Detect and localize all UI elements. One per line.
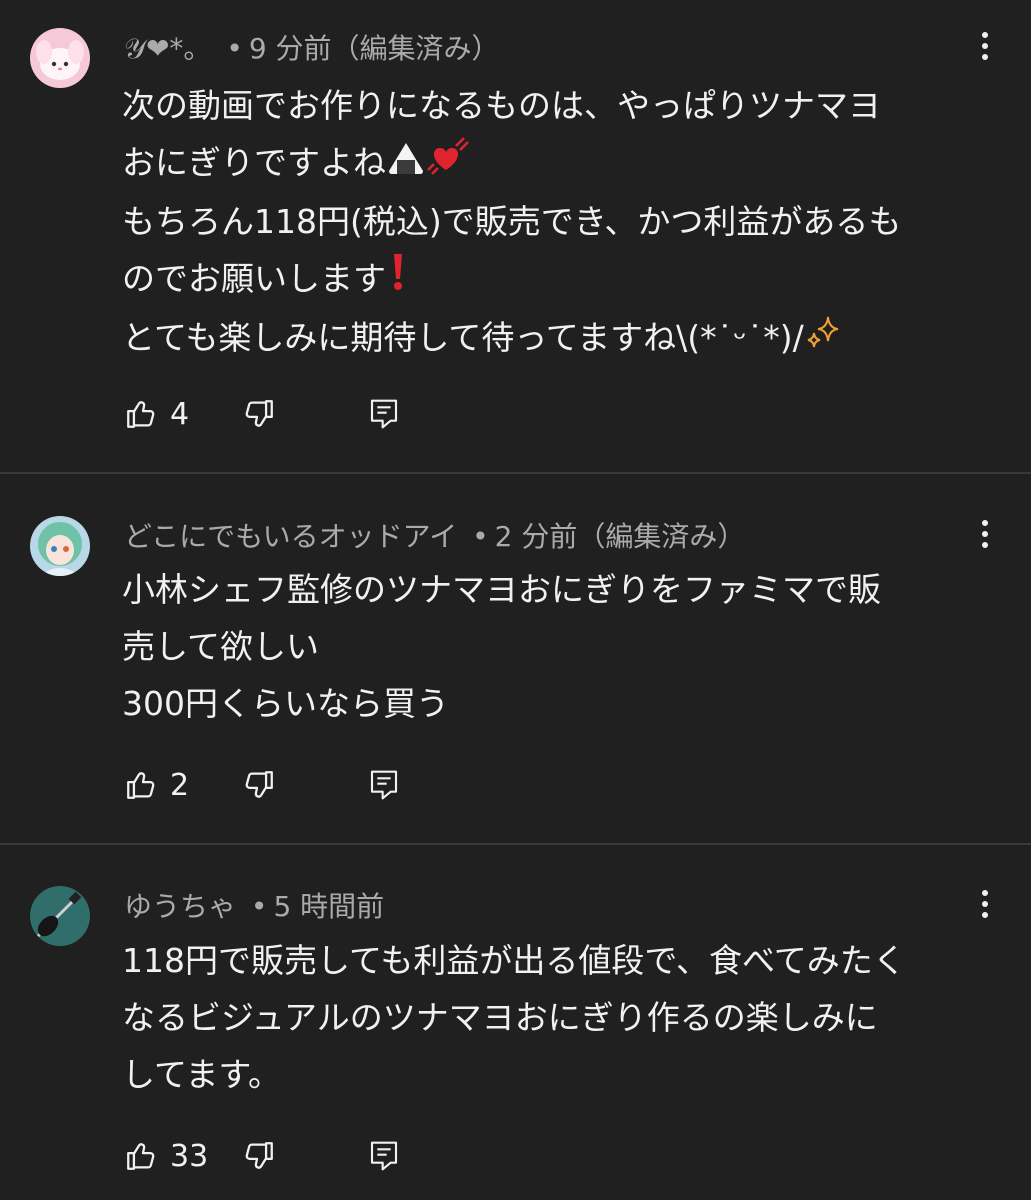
comment-line: 次の動画でお作りになるものは、やっぱりツナマヨ	[122, 86, 881, 125]
dislike-button[interactable]	[242, 1139, 276, 1173]
comment-line: 118円で販売しても利益が出る値段で、食べてみたく	[122, 941, 906, 980]
thumbs-up-icon	[127, 1143, 155, 1170]
dislike-button[interactable]	[242, 397, 276, 431]
comment-divider	[0, 472, 1031, 474]
comment-line: なるビジュアルのツナマヨおにぎり作るの楽しみに	[122, 998, 878, 1037]
timestamp[interactable]: 9 分前（編集済み）	[249, 32, 500, 65]
exclamation-icon	[386, 252, 410, 309]
reply-button[interactable]	[368, 767, 400, 803]
comment-line: もちろん118円(税込)で販売でき、かつ利益があるも	[122, 202, 902, 241]
avatar-image	[30, 516, 90, 576]
comment-line: 300円くらいなら買う	[122, 684, 449, 723]
meta-separator: •	[226, 32, 243, 65]
author-name[interactable]: ゆうちゃ	[124, 890, 236, 923]
reply-button[interactable]	[368, 1138, 400, 1174]
author-name[interactable]: 𝒴❤*。	[124, 32, 211, 65]
comment-line: 小林シェフ監修のツナマヨおにぎりをファミマで販	[122, 570, 881, 609]
like-count: 33	[170, 1138, 209, 1174]
thumbs-down-icon	[245, 1142, 273, 1169]
meta-separator: •	[472, 520, 489, 553]
comment-actions: 33	[124, 1136, 400, 1176]
sparkles-icon	[804, 311, 844, 368]
like-button[interactable]: 33	[124, 1139, 230, 1174]
comment-actions: 4	[124, 394, 400, 434]
comment-meta: ゆうちゃ • 5 時間前	[124, 889, 384, 925]
comment-meta: 𝒴❤*。 • 9 分前（編集済み）	[124, 31, 500, 67]
thumbs-down-icon	[245, 771, 273, 798]
rice-ball-icon	[386, 136, 426, 193]
dot	[982, 54, 988, 60]
timestamp[interactable]: 2 分前（編集済み）	[495, 520, 746, 553]
dot	[982, 890, 988, 896]
reply-icon	[370, 770, 398, 800]
comment-text: 小林シェフ監修のツナマヨおにぎりをファミマで販 売して欲しい 300円くらいなら…	[122, 561, 1002, 732]
avatar-image	[30, 28, 90, 88]
like-count: 2	[170, 767, 190, 803]
dot	[982, 32, 988, 38]
comment-line: 売して欲しい	[122, 627, 320, 666]
comment-meta: どこにでもいるオッドアイ • 2 分前（編集済み）	[124, 519, 745, 555]
reply-icon	[370, 1141, 398, 1171]
comment-actions: 2	[124, 765, 400, 805]
dot	[982, 520, 988, 526]
dot	[982, 43, 988, 49]
like-button[interactable]: 4	[124, 397, 230, 432]
comment-line: おにぎりですよね	[122, 134, 1002, 193]
author-name[interactable]: どこにでもいるオッドアイ	[124, 520, 457, 553]
dot	[982, 901, 988, 907]
avatar[interactable]	[30, 516, 90, 576]
comment-line: とても楽しみに期待して待ってますね\(*˙ᵕ˙*)/	[122, 309, 1002, 368]
meta-separator: •	[250, 890, 268, 923]
more-options-button[interactable]	[970, 884, 1000, 924]
comment-text: 次の動画でお作りになるものは、やっぱりツナマヨ おにぎりですよね もちろん118…	[122, 77, 1002, 368]
avatar[interactable]	[30, 28, 90, 88]
more-options-button[interactable]	[970, 514, 1000, 554]
dot	[982, 542, 988, 548]
avatar[interactable]	[30, 886, 90, 946]
like-button[interactable]: 2	[124, 768, 230, 803]
reply-button[interactable]	[368, 396, 400, 432]
comment-text: 118円で販売しても利益が出る値段で、食べてみたく なるビジュアルのツナマヨおに…	[122, 932, 1002, 1103]
dot	[982, 531, 988, 537]
thumbs-up-icon	[127, 772, 155, 799]
dislike-button[interactable]	[242, 768, 276, 802]
reply-icon	[370, 399, 398, 429]
comment-line: のでお願いします	[122, 250, 1002, 309]
avatar-image	[30, 886, 90, 946]
heart-icon	[426, 136, 472, 193]
dot	[982, 912, 988, 918]
timestamp[interactable]: 5 時間前	[273, 890, 384, 923]
comment-line: してます。	[122, 1055, 282, 1094]
more-options-button[interactable]	[970, 26, 1000, 66]
thumbs-up-icon	[127, 401, 155, 428]
like-count: 4	[170, 396, 190, 432]
comment-divider	[0, 843, 1031, 845]
thumbs-down-icon	[245, 400, 273, 427]
